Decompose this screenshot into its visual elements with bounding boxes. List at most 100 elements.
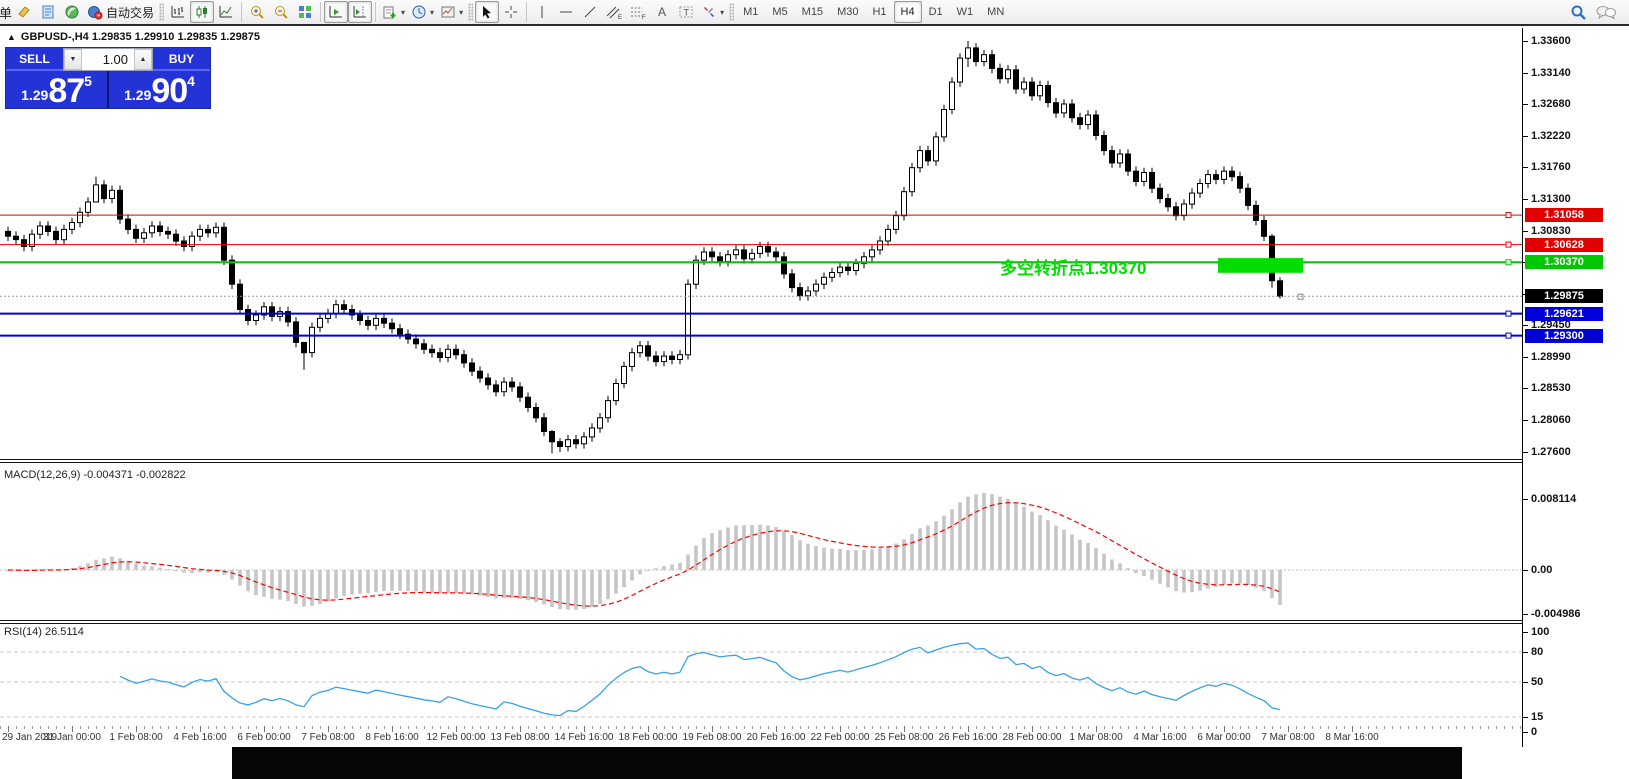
candle-body — [102, 185, 107, 199]
zoom-out-button[interactable] — [269, 1, 293, 23]
chat-icon[interactable] — [1595, 4, 1617, 21]
candle-body — [470, 363, 475, 371]
candle-body — [1262, 221, 1267, 237]
trendline-button[interactable] — [578, 1, 602, 23]
chevron-down-icon: ▾ — [430, 8, 434, 17]
price-axis-label: 1.28060 — [1531, 414, 1571, 426]
timeframe-button-m30[interactable]: M30 — [830, 1, 865, 23]
pane-divider[interactable] — [0, 459, 1629, 463]
auto-scroll-button[interactable] — [324, 1, 348, 23]
candlestick-chart-button[interactable] — [190, 1, 214, 23]
rsi-pane[interactable] — [0, 624, 1522, 740]
signals-button[interactable] — [60, 1, 84, 23]
time-axis-label: 4 Mar 16:00 — [1133, 732, 1186, 743]
pane-divider[interactable] — [0, 620, 1629, 624]
macd-histogram-bar — [1062, 530, 1066, 570]
fibonacci-button[interactable]: F — [626, 1, 650, 23]
new-chart-button[interactable]: ▾ — [379, 1, 408, 23]
candle-body — [638, 346, 643, 353]
macd-pane[interactable] — [0, 463, 1522, 620]
current-price-badge: 1.29875 — [1525, 289, 1603, 303]
chart-shift-button[interactable] — [348, 1, 372, 23]
sell-button[interactable]: SELL — [6, 48, 63, 71]
macd-histogram-bar — [462, 570, 466, 594]
buy-button[interactable]: BUY — [153, 48, 210, 71]
price-axis-label: 1.27600 — [1531, 446, 1571, 458]
volume-input[interactable]: 1.00 — [82, 49, 134, 70]
zoom-in-button[interactable] — [245, 1, 269, 23]
search-icon[interactable] — [1570, 4, 1587, 21]
volume-up-button[interactable]: ▲ — [134, 49, 152, 70]
equidistant-channel-button[interactable]: E — [602, 1, 626, 23]
history-center-button[interactable] — [12, 1, 36, 23]
time-axis-label: 6 Mar 00:00 — [1197, 732, 1250, 743]
one-click-trade-panel: SELL ▼ 1.00 ▲ BUY 1.29 87 5 1.29 90 4 — [5, 47, 211, 109]
timeframe-button-m15[interactable]: M15 — [795, 1, 830, 23]
time-axis-label: 13 Feb 08:00 — [491, 732, 550, 743]
tile-windows-button[interactable] — [293, 1, 317, 23]
time-axis[interactable]: 29 Jan 201931 Jan 00:001 Feb 08:004 Feb … — [0, 726, 1522, 747]
candle-body — [942, 110, 947, 137]
time-axis-label: 1 Mar 08:00 — [1069, 732, 1122, 743]
text-label-button[interactable]: T — [674, 1, 698, 23]
bar-chart-button[interactable] — [166, 1, 190, 23]
timeframe-button-mn[interactable]: MN — [980, 1, 1011, 23]
buy-price[interactable]: 1.29 90 4 — [109, 71, 210, 108]
volume-down-button[interactable]: ▼ — [64, 49, 82, 70]
candle-body — [782, 257, 787, 274]
macd-histogram-bar — [534, 570, 538, 602]
crosshair-button[interactable] — [499, 1, 523, 23]
text-button[interactable]: A — [650, 1, 674, 23]
cursor-button[interactable] — [475, 1, 499, 23]
level-anchor[interactable] — [1506, 260, 1511, 265]
candle-body — [1150, 173, 1155, 189]
periods-button[interactable]: ▾ — [408, 1, 437, 23]
auto-trading-button[interactable]: 自动交易 — [84, 1, 157, 23]
level-anchor[interactable] — [1506, 333, 1511, 338]
new-chart-icon — [382, 4, 398, 20]
level-anchor[interactable] — [1506, 242, 1511, 247]
line-chart-button[interactable] — [214, 1, 238, 23]
candle-body — [294, 322, 299, 343]
timeframe-button-h4[interactable]: H4 — [894, 1, 922, 23]
candle-body — [182, 241, 187, 247]
toolbar-grip[interactable] — [729, 3, 734, 21]
timeframe-button-m5[interactable]: M5 — [765, 1, 794, 23]
macd-histogram-bar — [878, 548, 882, 570]
price-axis-column[interactable]: 1.336001.331401.326801.322201.317601.313… — [1522, 28, 1629, 747]
level-anchor[interactable] — [1506, 213, 1511, 218]
timeframe-button-h1[interactable]: H1 — [865, 1, 893, 23]
new-order-button[interactable] — [36, 1, 60, 23]
toolbar-grip[interactable] — [468, 3, 473, 21]
main-price-chart[interactable] — [0, 28, 1522, 459]
new-order-label[interactable]: 单 — [0, 3, 12, 22]
macd-histogram-bar — [374, 570, 378, 592]
macd-histogram-bar — [350, 570, 354, 595]
timeframe-button-d1[interactable]: D1 — [922, 1, 950, 23]
macd-histogram-bar — [1038, 515, 1042, 570]
collapse-arrow-icon[interactable]: ▲ — [7, 32, 16, 42]
sell-price[interactable]: 1.29 87 5 — [6, 71, 109, 108]
templates-button[interactable]: ▾ — [437, 1, 466, 23]
axis-tick — [1523, 199, 1528, 200]
horizontal-line-button[interactable] — [554, 1, 578, 23]
timeframe-button-m1[interactable]: M1 — [736, 1, 765, 23]
buy-price-sup: 4 — [187, 73, 195, 89]
macd-histogram-bar — [1046, 520, 1050, 570]
level-price-badge: 1.30370 — [1525, 255, 1603, 269]
macd-histogram-bar — [934, 521, 938, 570]
arrows-button[interactable]: ▾ — [698, 1, 727, 23]
toolbar-grip[interactable] — [159, 3, 164, 21]
vertical-line-button[interactable] — [530, 1, 554, 23]
macd-histogram-bar — [662, 566, 666, 570]
time-axis-label: 19 Feb 08:00 — [683, 732, 742, 743]
level-anchor[interactable] — [1506, 311, 1511, 316]
pivot-annotation: 多空转折点1.30370 — [1000, 254, 1146, 279]
macd-histogram-bar — [398, 570, 402, 591]
candle-body — [1014, 70, 1019, 89]
candle-body — [1078, 118, 1083, 125]
macd-histogram-bar — [710, 533, 714, 570]
pivot-highlight-rect[interactable] — [1218, 258, 1303, 273]
timeframe-button-w1[interactable]: W1 — [950, 1, 981, 23]
macd-histogram-bar — [1022, 507, 1026, 570]
